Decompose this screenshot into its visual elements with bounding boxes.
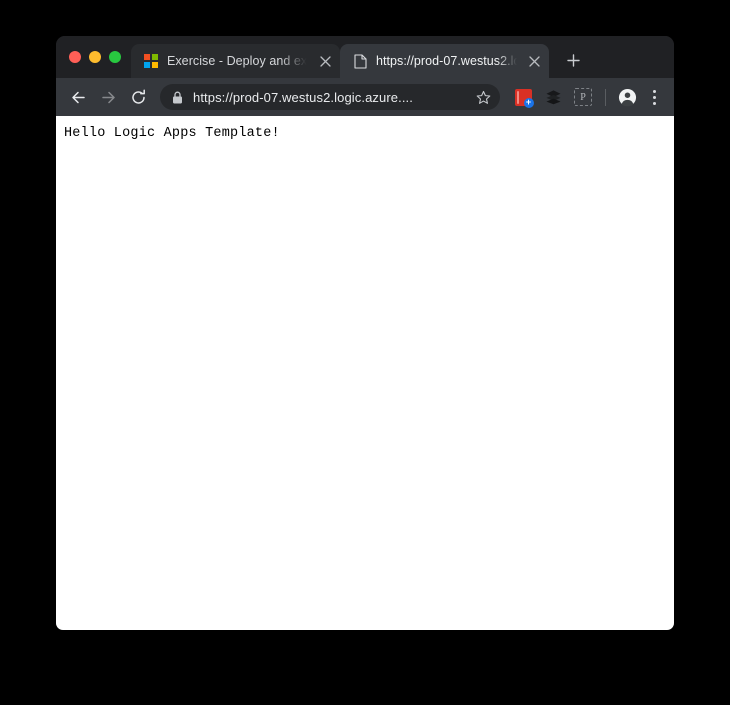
tab-strip: Exercise - Deploy and export https://pro… [56,36,674,78]
tab-title: Exercise - Deploy and export [167,54,308,68]
microsoft-logo-icon [143,53,159,69]
menu-dot [652,89,656,93]
profile-avatar[interactable] [614,84,640,110]
layers-extension-button[interactable] [540,84,566,110]
red-book-icon: + [514,88,534,108]
reload-icon [131,88,145,104]
menu-dot [652,101,656,105]
pocket-icon: P [574,88,592,106]
window-maximize-button[interactable] [109,51,121,63]
window-close-button[interactable] [69,51,81,63]
chrome-menu-button[interactable] [643,84,665,110]
toolbar-divider [605,88,606,106]
generic-page-icon [352,53,368,69]
back-button[interactable] [63,82,93,112]
plus-badge: + [523,97,534,108]
reload-button[interactable] [123,82,153,112]
lock-icon [172,91,184,104]
tab-logic-azure[interactable]: https://prod-07.westus2.logic [340,44,549,78]
address-bar-url: https://prod-07.westus2.logic.azure.... [193,89,413,105]
close-icon[interactable] [316,52,334,70]
window-controls [64,36,131,78]
browser-window: Exercise - Deploy and export https://pro… [56,36,674,630]
page-body-text: Hello Logic Apps Template! [64,126,280,141]
account-icon [618,88,636,106]
bookmark-manager-extension-button[interactable]: + [510,84,536,110]
tab-exercise-deploy-and-export[interactable]: Exercise - Deploy and export [131,44,340,78]
new-tab-button[interactable] [559,46,587,74]
arrow-right-icon [101,91,115,103]
pocket-extension-button[interactable]: P [570,84,596,110]
window-minimize-button[interactable] [89,51,101,63]
bookmark-star-icon[interactable] [472,90,494,105]
menu-dot [652,95,656,99]
arrow-left-icon [71,91,85,103]
forward-button[interactable] [93,82,123,112]
browser-toolbar: https://prod-07.westus2.logic.azure.... … [56,78,674,116]
close-icon[interactable] [525,52,543,70]
plus-icon [566,53,580,67]
layers-icon [545,90,561,105]
tab-title: https://prod-07.westus2.logic [376,54,517,68]
address-bar[interactable]: https://prod-07.westus2.logic.azure.... [160,84,500,110]
page-viewport: Hello Logic Apps Template! [56,116,674,630]
